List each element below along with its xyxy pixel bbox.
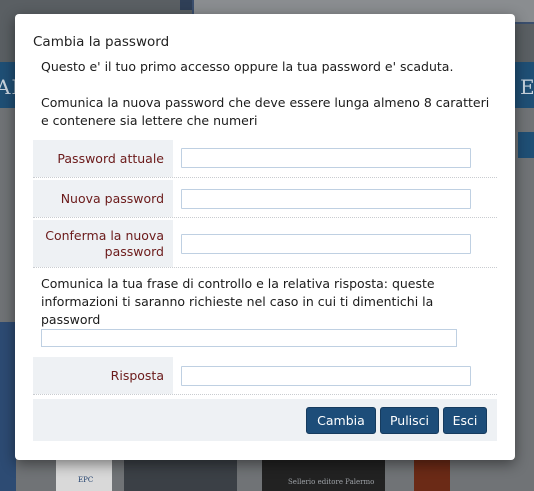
security-question-instructions: Comunica la tua frase di controllo e la … (41, 276, 435, 327)
answer-row: Risposta (33, 357, 497, 395)
background-left-panel (0, 322, 16, 491)
clear-button[interactable]: Pulisci (380, 407, 439, 434)
background-book-cover (414, 458, 450, 491)
confirm-password-input[interactable] (181, 234, 471, 254)
confirm-password-row: Conferma la nuova password (33, 220, 497, 268)
current-password-label: Password attuale (33, 140, 173, 177)
background-book-cover: Sellerio editore Palermo (262, 458, 385, 491)
current-password-row: Password attuale (33, 140, 497, 178)
answer-input[interactable] (181, 366, 471, 386)
confirm-password-label: Conferma la nuova password (33, 220, 173, 267)
dialog-footer: Cambia Pulisci Esci (33, 399, 497, 441)
dialog-title: Cambia la password (33, 34, 170, 50)
background-book-cover (124, 458, 237, 491)
new-password-label: Nuova password (33, 180, 173, 217)
background-nav-text-right: E (520, 75, 534, 99)
current-password-input[interactable] (181, 148, 471, 168)
security-phrase-input[interactable] (41, 329, 457, 347)
background-book-cover: EPC (56, 458, 112, 491)
background-book-publisher: Sellerio editore Palermo (288, 478, 375, 486)
answer-label: Risposta (33, 357, 173, 394)
new-password-row: Nuova password (33, 180, 497, 218)
new-password-input[interactable] (181, 189, 471, 209)
change-password-dialog: Cambia la password Questo e' il tuo prim… (15, 14, 515, 460)
background-side-tab (518, 132, 534, 158)
background-book-epc: EPC (78, 476, 94, 484)
change-button[interactable]: Cambia (306, 407, 376, 434)
background-book-corner (180, 0, 192, 10)
first-access-message: Questo e' il tuo primo accesso oppure la… (41, 59, 454, 74)
password-instructions: Comunica la nuova password che deve esse… (41, 95, 490, 128)
exit-button[interactable]: Esci (443, 407, 487, 434)
